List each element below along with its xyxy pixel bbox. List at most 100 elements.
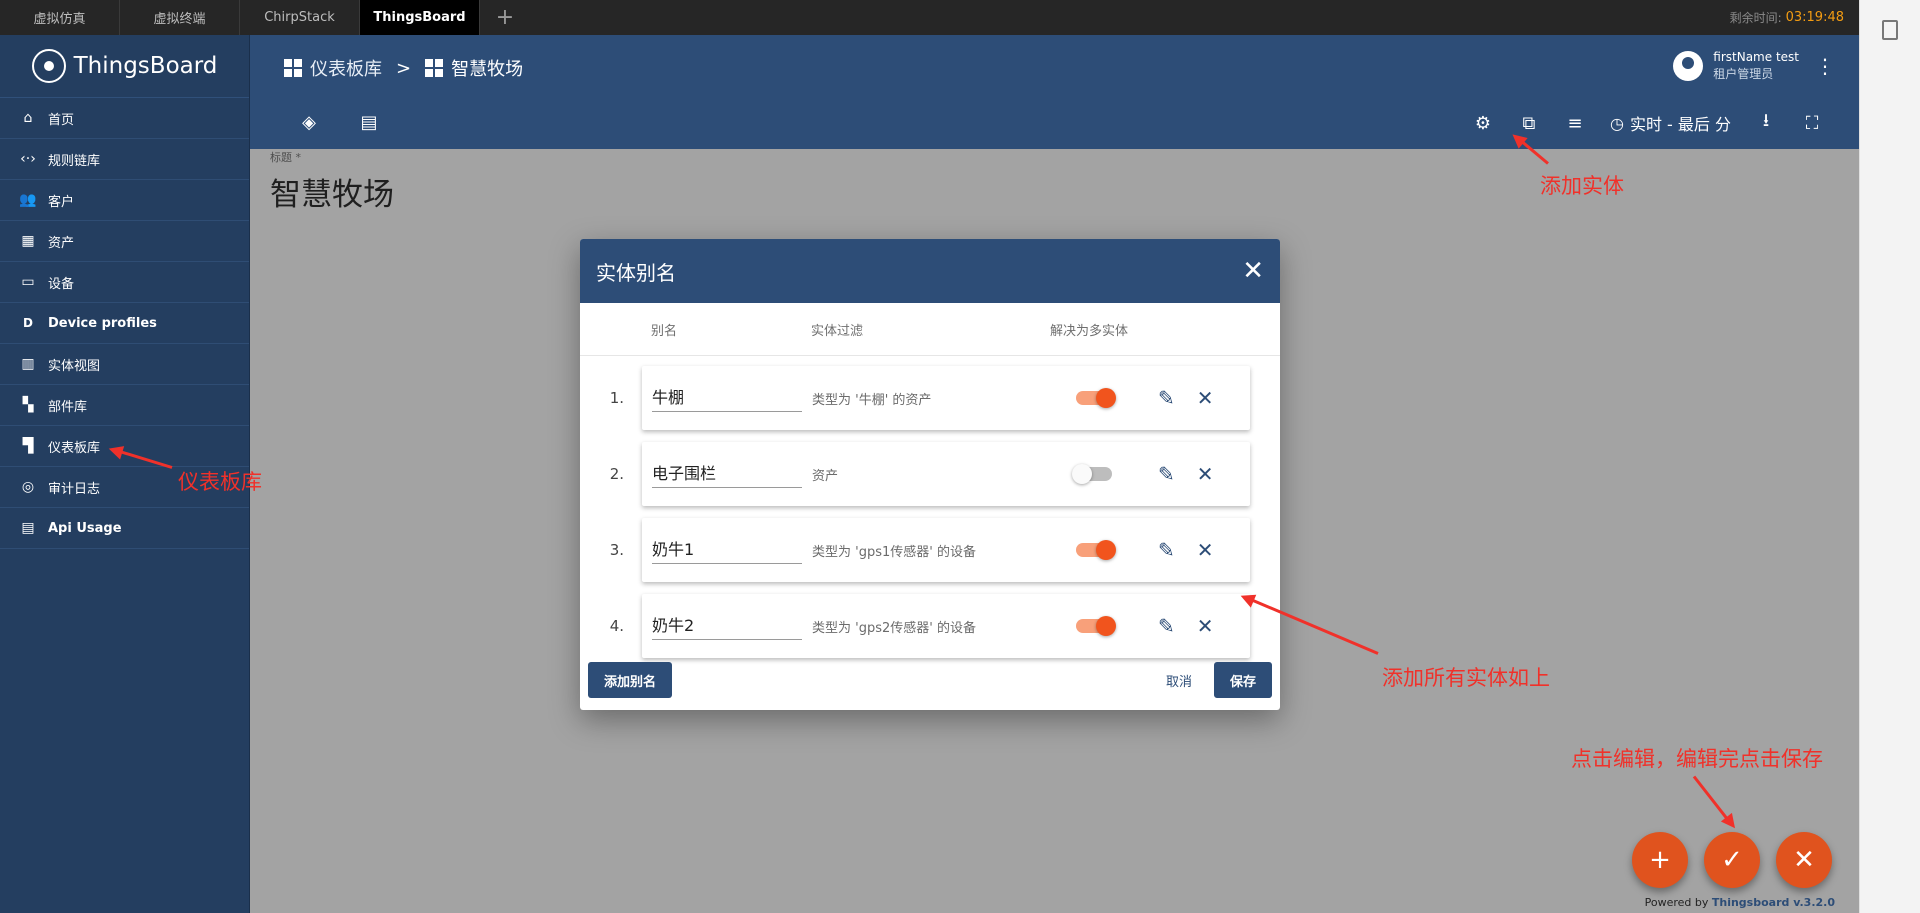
row-number: 4. [609,617,624,635]
dialog-actions: 取消 保存 [1166,662,1272,698]
column-alias: 别名 [651,323,678,339]
tab-label: 虚拟仿真 [33,12,86,27]
tab-virtual-sim[interactable]: 虚拟仿真 [0,0,120,35]
tab-label: ThingsBoard [373,10,466,25]
delete-close-icon[interactable]: ✕ [1197,538,1214,562]
entity-filter-text: 类型为 'gps2传感器' 的设备 [812,620,976,636]
sidebar-item-api-usage[interactable]: ▤ Api Usage [0,508,249,549]
remaining-time: 剩余时间: 03:19:48 [1730,0,1844,35]
device-icon: ▭ [21,274,35,290]
alias-list: 1. 牛棚 类型为 '牛棚' 的资产 ✎ ✕ 2. 电子围栏 资产 ✎ ✕ 3.… [580,356,1280,664]
sidebar-item-customers[interactable]: 👥 客户 [0,180,249,221]
edit-pencil-icon[interactable]: ✎ [1158,614,1175,638]
sidebar-item-assets[interactable]: ▦ 资产 [0,221,249,262]
filter-icon[interactable]: ≡ [1564,112,1586,134]
cancel-button[interactable]: 取消 [1166,671,1192,690]
alias-name-input[interactable]: 奶牛1 [652,536,802,564]
breadcrumb-dashboards[interactable]: 仪表板库 [284,55,382,81]
dialog-footer: 添加别名 取消 保存 [580,650,1280,710]
sidebar-item-label: 审计日志 [48,481,101,497]
dialog-header: 实体别名 ✕ [580,239,1280,303]
download-icon[interactable]: ⭳ [1755,110,1777,134]
tab-thingsboard[interactable]: ThingsBoard [360,0,480,35]
document-icon[interactable] [1882,20,1898,40]
sidebar-item-dashboards[interactable]: ▜ 仪表板库 [0,426,249,467]
resolve-multiple-toggle[interactable] [1072,464,1112,484]
logo-text: ThingsBoard [73,53,218,79]
breadcrumb-label: 智慧牧场 [451,59,524,80]
tab-chirpstack[interactable]: ChirpStack [240,0,360,35]
entity-aliases-icon[interactable]: ⧉ [1518,112,1540,134]
alias-name-input[interactable]: 奶牛2 [652,612,802,640]
column-filter: 实体过滤 [811,323,864,339]
dashboard-toolbar-right: ⚙ ⧉ ≡ ◷ 实时 - 最后 分 ⭳ ⛶ [1472,110,1823,135]
dashboard-icon: ▜ [22,438,34,454]
user-role: 租户管理员 [1713,67,1774,81]
plus-icon: + [1649,845,1671,875]
edit-pencil-icon[interactable]: ✎ [1158,538,1175,562]
annotation-dashboard-lib: 仪表板库 [178,470,262,494]
sidebar-item-widgets[interactable]: ▚ 部件库 [0,385,249,426]
sidebar-item-label: 资产 [48,235,75,251]
add-alias-button[interactable]: 添加别名 [588,662,673,698]
tab-virtual-terminal[interactable]: 虚拟终端 [120,0,240,35]
delete-close-icon[interactable]: ✕ [1197,462,1214,486]
entity-aliases-dialog: 实体别名 ✕ 别名 实体过滤 解决为多实体 1. 牛棚 类型为 '牛棚' 的资产… [580,239,1280,710]
timer-value: 03:19:48 [1785,10,1844,25]
powered-brand-link[interactable]: Thingsboard v.3.2.0 [1712,896,1835,909]
breadcrumb-current: 智慧牧场 [425,55,523,81]
audit-log-icon: ◎ [21,479,35,495]
widgets-icon: ▚ [22,397,34,413]
row-number: 3. [609,541,624,559]
alias-row: 2. 电子围栏 资产 ✎ ✕ [580,436,1280,512]
sidebar-item-entity-views[interactable]: ▥ 实体视图 [0,344,249,385]
resolve-multiple-toggle[interactable] [1076,540,1116,560]
layers-icon[interactable]: ◈ [298,111,320,133]
tab-label: ChirpStack [264,10,335,25]
sidebar-item-home[interactable]: ⌂ 首页 [0,98,249,139]
right-side-panel [1859,0,1920,913]
timer-label: 剩余时间: [1729,11,1782,25]
rule-chain-icon: ‹·› [20,151,36,167]
time-window-label: 实时 - 最后 分 [1629,115,1731,134]
sidebar-item-label: 首页 [48,112,75,128]
add-widget-fab[interactable]: + [1632,832,1688,888]
resolve-multiple-toggle[interactable] [1076,616,1116,636]
sidebar-item-rule-chains[interactable]: ‹·› 规则链库 [0,139,249,180]
time-window-button[interactable]: ◷ 实时 - 最后 分 [1610,111,1731,135]
save-button[interactable]: 保存 [1213,662,1272,698]
sidebar-item-device-profiles[interactable]: D Device profiles [0,303,249,344]
user-info: firstName test 租户管理员 [1713,49,1799,83]
apply-changes-fab[interactable]: ✓ [1704,832,1760,888]
annotation-edit-save: 点击编辑，编辑完点击保存 [1571,747,1823,771]
sidebar-item-label: 部件库 [48,399,88,415]
delete-close-icon[interactable]: ✕ [1197,614,1214,638]
add-tab-button[interactable]: + [480,0,530,35]
close-icon[interactable]: ✕ [1242,258,1264,284]
user-menu[interactable]: firstName test 租户管理员 ⋮ [1673,49,1835,83]
edit-pencil-icon[interactable]: ✎ [1158,462,1175,486]
entity-filter-text: 资产 [812,468,839,484]
delete-close-icon[interactable]: ✕ [1197,386,1214,410]
powered-prefix: Powered by [1644,896,1712,909]
resolve-multiple-toggle[interactable] [1076,388,1116,408]
layout-icon[interactable]: ▤ [358,111,380,133]
alias-name-input[interactable]: 牛棚 [652,384,802,412]
row-actions: ✎ ✕ [1158,614,1214,638]
toggle-knob [1072,464,1092,484]
app-logo[interactable]: ThingsBoard [0,35,249,98]
sidebar-item-devices[interactable]: ▭ 设备 [0,262,249,303]
account-circle-icon [1673,51,1704,81]
settings-gear-icon[interactable]: ⚙ [1472,112,1494,134]
entity-filter-text: 类型为 'gps1传感器' 的设备 [812,544,976,560]
alias-name-input[interactable]: 电子围栏 [652,460,802,488]
dashboard-title-input[interactable]: 智慧牧场 [270,169,394,214]
more-vert-icon[interactable]: ⋮ [1815,54,1835,78]
discard-changes-fab[interactable]: ✕ [1776,832,1832,888]
fullscreen-icon[interactable]: ⛶ [1801,112,1823,134]
sidebar-item-label: Api Usage [48,520,122,536]
sidebar-item-label: 设备 [48,276,75,292]
edit-pencil-icon[interactable]: ✎ [1158,386,1175,410]
breadcrumb-label: 仪表板库 [310,59,382,80]
sidebar-item-label: 客户 [48,194,75,210]
